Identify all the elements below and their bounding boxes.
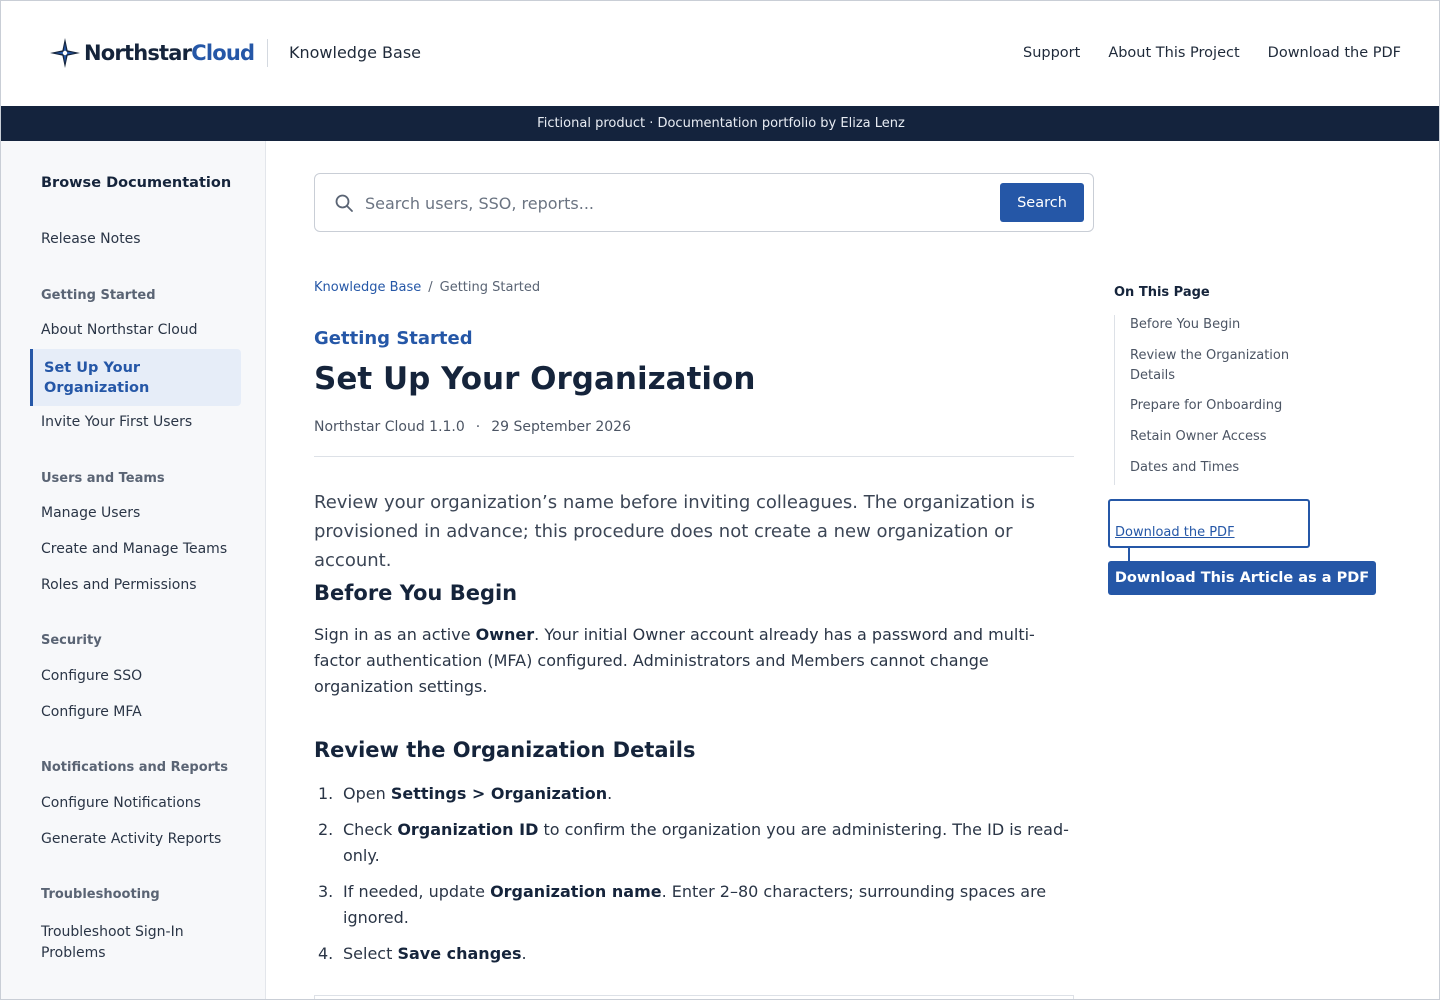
- breadcrumb-knowledge-base-link[interactable]: Knowledge Base: [314, 280, 421, 295]
- sidebar-section-getting-started: Getting Started: [41, 288, 156, 303]
- north-star-icon: [50, 38, 80, 68]
- download-pdf-link[interactable]: Download the PDF: [1115, 525, 1235, 540]
- sidebar-item-label: Set Up Your Organization: [44, 360, 150, 396]
- step-number: 2.: [318, 820, 334, 839]
- search-button[interactable]: Search: [1000, 183, 1084, 222]
- step-text: Check: [343, 820, 398, 839]
- step-item: 1. Open Settings > Organization.: [314, 781, 1074, 807]
- breadcrumb-separator: /: [428, 280, 433, 295]
- sidebar-item-roles-permissions[interactable]: Roles and Permissions: [41, 577, 197, 593]
- step-item: 3. If needed, update Organization name. E…: [314, 879, 1074, 931]
- toc-link-prepare-onboarding[interactable]: Prepare for Onboarding: [1130, 396, 1315, 416]
- callout-connector: [1128, 548, 1130, 562]
- table-of-contents: Before You Begin Review the Organization…: [1114, 315, 1314, 485]
- section-heading-review-details: Review the Organization Details: [314, 738, 696, 762]
- step-text: .: [521, 944, 527, 963]
- page-title: Set Up Your Organization: [314, 361, 756, 397]
- knowledge-base-title[interactable]: Knowledge Base: [289, 43, 421, 62]
- search-input[interactable]: [365, 188, 985, 218]
- toc-link-review-details[interactable]: Review the Organization Details: [1130, 346, 1315, 386]
- step-text: Select: [343, 944, 398, 963]
- sidebar-item-manage-teams[interactable]: Create and Manage Teams: [41, 541, 227, 557]
- pdf-link-callout: Download the PDF: [1108, 499, 1310, 548]
- step-ui-label: Save changes: [397, 944, 522, 963]
- header-divider: [267, 39, 268, 67]
- portfolio-banner: Fictional product · Documentation portfo…: [1, 106, 1439, 141]
- next-content-box: [314, 995, 1074, 999]
- article-intro: Review your organization’s name before i…: [314, 492, 1035, 571]
- step-ui-label: Organization ID: [397, 820, 539, 839]
- sidebar-item-invite-users[interactable]: Invite Your First Users: [41, 414, 192, 430]
- article-date: 29 September 2026: [491, 419, 631, 435]
- search-bar: Search: [314, 173, 1094, 232]
- header-divider-rule: [314, 456, 1074, 457]
- toc-title: On This Page: [1114, 285, 1210, 300]
- step-ui-label: Organization name: [490, 882, 662, 901]
- logo-wordmark: NorthstarCloud: [84, 41, 255, 65]
- sidebar-item-troubleshoot-sign-in[interactable]: Troubleshoot Sign-In Problems: [41, 922, 211, 964]
- breadcrumb: Knowledge Base / Getting Started: [314, 280, 540, 295]
- download-article-pdf-button[interactable]: Download This Article as a PDF: [1108, 561, 1376, 595]
- step-number: 1.: [318, 784, 334, 803]
- nav-download-pdf-link[interactable]: Download the PDF: [1268, 45, 1401, 61]
- sidebar-item-set-up-organization[interactable]: Set Up Your Organization: [30, 349, 241, 406]
- toc-link-retain-owner-access[interactable]: Retain Owner Access: [1130, 427, 1315, 447]
- steps-list: 1. Open Settings > Organization. 2. Check …: [314, 781, 1074, 977]
- sidebar-item-about-northstar-cloud[interactable]: About Northstar Cloud: [41, 322, 198, 338]
- paragraph-text: Sign in as an active: [314, 625, 476, 644]
- toc-link-dates-times[interactable]: Dates and Times: [1130, 458, 1315, 478]
- toc-link-before-you-begin[interactable]: Before You Begin: [1130, 315, 1315, 335]
- step-text: Open: [343, 784, 391, 803]
- section-heading-before-you-begin: Before You Begin: [314, 581, 518, 605]
- logo-word-northstar: Northstar: [84, 41, 192, 65]
- sidebar-item-configure-sso[interactable]: Configure SSO: [41, 668, 142, 684]
- sidebar-section-users-teams: Users and Teams: [41, 471, 165, 486]
- article-version: Northstar Cloud 1.1.0: [314, 419, 465, 435]
- sidebar-item-configure-mfa[interactable]: Configure MFA: [41, 704, 142, 720]
- top-navigation: Support About This Project Download the …: [1023, 45, 1401, 61]
- logo-word-cloud: Cloud: [191, 41, 255, 65]
- paragraph-bold-owner: Owner: [475, 625, 535, 644]
- sidebar-title: Browse Documentation: [41, 175, 232, 191]
- article-category: Getting Started: [314, 328, 473, 349]
- step-text: .: [607, 784, 613, 803]
- sidebar-section-security: Security: [41, 633, 102, 648]
- page-frame: NorthstarCloud Knowledge Base Support Ab…: [0, 0, 1440, 1000]
- sidebar-item-manage-users[interactable]: Manage Users: [41, 505, 140, 521]
- site-header: NorthstarCloud Knowledge Base Support Ab…: [1, 1, 1439, 106]
- site-logo[interactable]: NorthstarCloud: [49, 37, 255, 69]
- breadcrumb-current: Getting Started: [439, 280, 541, 295]
- step-number: 3.: [318, 882, 334, 901]
- sidebar: Browse Documentation Release Notes Getti…: [1, 141, 266, 999]
- before-you-begin-paragraph: Sign in as an active Owner. Your initial…: [314, 622, 1074, 700]
- sidebar-item-configure-notifications[interactable]: Configure Notifications: [41, 795, 201, 811]
- step-number: 4.: [318, 944, 334, 963]
- sidebar-item-release-notes[interactable]: Release Notes: [41, 231, 141, 247]
- article-meta: Northstar Cloud 1.1.0 · 29 September 2026: [314, 419, 631, 435]
- step-item: 4. Select Save changes.: [314, 941, 1074, 967]
- sidebar-item-activity-reports[interactable]: Generate Activity Reports: [41, 831, 221, 847]
- nav-support-link[interactable]: Support: [1023, 45, 1080, 61]
- sidebar-section-notifications-reports: Notifications and Reports: [41, 760, 229, 775]
- step-text: If needed, update: [343, 882, 491, 901]
- search-icon: [335, 194, 353, 212]
- meta-separator: ·: [475, 419, 481, 435]
- step-item: 2. Check Organization ID to confirm the o…: [314, 817, 1074, 869]
- sidebar-section-troubleshooting: Troubleshooting: [41, 887, 160, 902]
- nav-about-link[interactable]: About This Project: [1108, 45, 1239, 61]
- step-ui-label: Settings > Organization: [390, 784, 608, 803]
